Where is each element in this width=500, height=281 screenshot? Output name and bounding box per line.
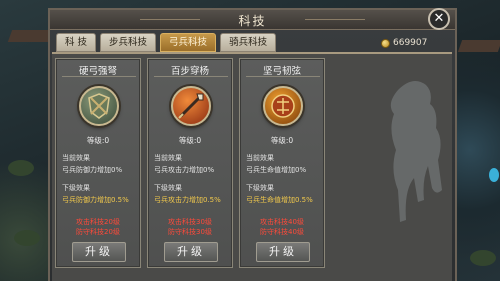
gold-display: 669907	[381, 38, 427, 48]
requirement-attack: 攻击科技20级	[76, 218, 120, 226]
card-title: 百步穿杨	[170, 66, 209, 77]
next-effect-value: 弓兵生命值增加0.5%	[246, 196, 313, 204]
tech-card-hundred-paces: 百步穿杨 等级:0 当前效果 弓兵攻击力增加0% 下级效果 弓兵攻击力增加0.5…	[147, 58, 233, 268]
tab-tech[interactable]: 科 技	[56, 33, 97, 52]
card-title: 硬弓强弩	[78, 66, 117, 77]
tech-card-strong-bowstring: 坚弓韧弦 等级:0 当前效果 弓兵生命值增加0% 下级效果 弓兵生命值增加0.5…	[239, 58, 325, 268]
current-effect-label: 当前效果	[62, 154, 90, 162]
requirement-defense: 防守科技20级	[76, 228, 120, 236]
next-effect-value: 弓兵防御力增加0.5%	[62, 196, 129, 204]
spear-emblem-icon	[171, 86, 211, 126]
tab-archer-tech[interactable]: 弓兵科技	[160, 33, 217, 52]
next-effect-label: 下级效果	[62, 184, 90, 192]
background-tree	[8, 160, 34, 176]
shield-emblem-icon	[79, 86, 119, 126]
crest-emblem-icon	[263, 86, 303, 126]
side-gem-icon[interactable]	[489, 168, 499, 182]
tech-card-hard-bow: 硬弓强弩 等级:0 当前效果 弓兵防御力增加0% 下级效果 弓兵防御力增加0.5…	[55, 58, 141, 268]
upgrade-button[interactable]: 升级	[72, 242, 126, 262]
current-effect-value: 弓兵攻击力增加0%	[154, 166, 215, 174]
requirement-defense: 防守科技40级	[260, 228, 304, 236]
divider	[154, 76, 228, 77]
coin-icon	[381, 38, 390, 48]
next-effect-value: 弓兵攻击力增加0.5%	[154, 196, 221, 204]
close-button[interactable]: ✕	[428, 8, 450, 30]
background-tree	[470, 250, 496, 266]
title-bar: 科技	[50, 10, 455, 30]
background-tree	[14, 230, 40, 246]
divider	[62, 76, 136, 77]
horse-statue-decoration	[390, 81, 442, 222]
next-effect-label: 下级效果	[154, 184, 182, 192]
next-effect-label: 下级效果	[246, 184, 274, 192]
background-roof	[7, 30, 53, 42]
card-title: 坚弓韧弦	[262, 66, 301, 77]
upgrade-button[interactable]: 升级	[256, 242, 310, 262]
level-text: 等级:0	[178, 136, 202, 145]
background-roof	[457, 40, 500, 52]
tab-infantry-tech[interactable]: 步兵科技	[100, 33, 157, 52]
close-icon: ✕	[433, 11, 445, 26]
requirement-attack: 攻击科技30级	[168, 218, 212, 226]
tab-bar: 科 技 步兵科技 弓兵科技 骑兵科技	[56, 33, 277, 52]
divider	[246, 76, 320, 77]
gold-amount: 669907	[393, 38, 428, 48]
requirement-defense: 防守科技30级	[168, 228, 212, 236]
current-effect-value: 弓兵防御力增加0%	[62, 166, 123, 174]
window-title: 科技	[238, 14, 267, 28]
upgrade-button[interactable]: 升级	[164, 242, 218, 262]
current-effect-value: 弓兵生命值增加0%	[246, 166, 307, 174]
tab-cavalry-tech[interactable]: 骑兵科技	[220, 33, 277, 52]
requirement-attack: 攻击科技40级	[260, 218, 304, 226]
current-effect-label: 当前效果	[246, 154, 274, 162]
current-effect-label: 当前效果	[154, 154, 182, 162]
level-text: 等级:0	[86, 136, 110, 145]
level-text: 等级:0	[270, 136, 294, 145]
